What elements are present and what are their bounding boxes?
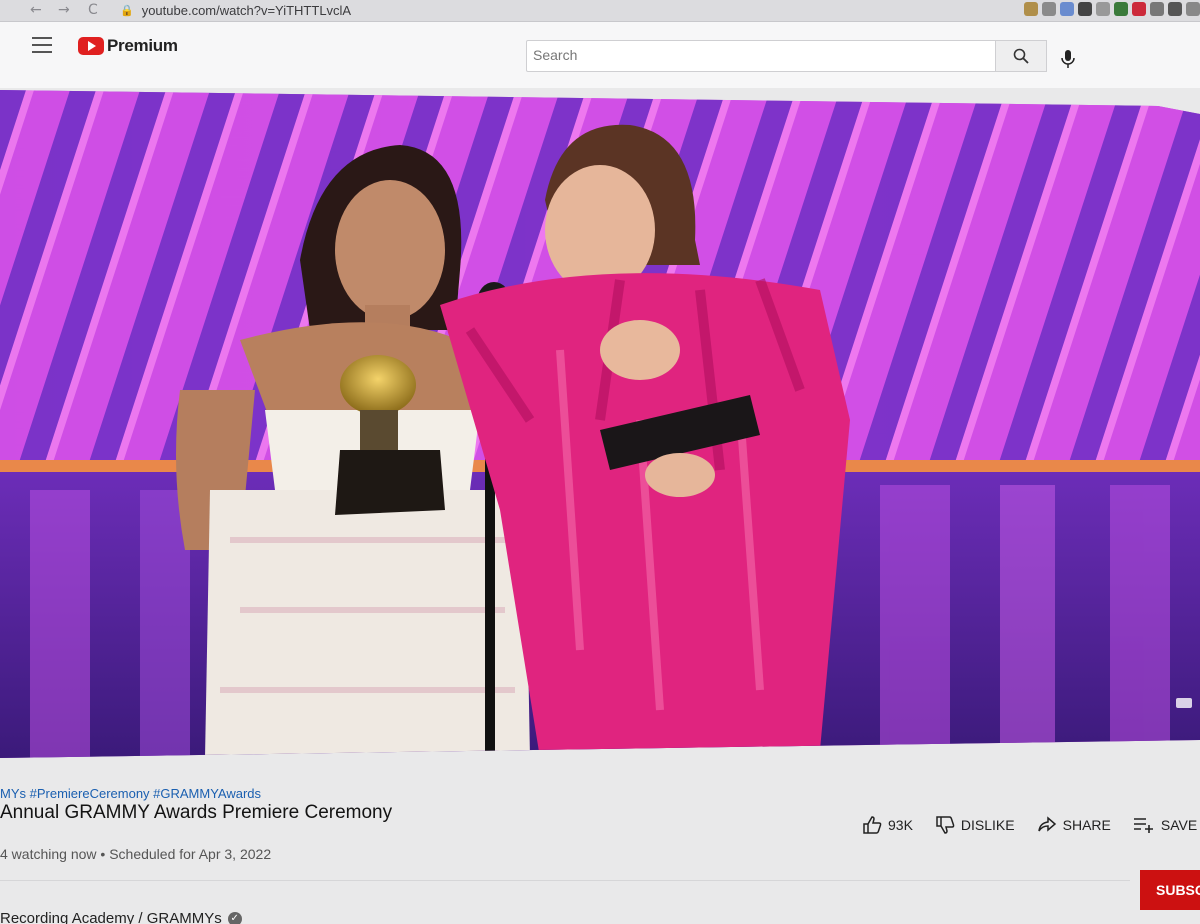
dislike-label: DISLIKE <box>960 817 1015 833</box>
share-label: SHARE <box>1062 817 1111 833</box>
browser-toolbar: ← → C 🔒 youtube.com/watch?v=YiTHTTLvclA <box>0 0 1200 22</box>
video-meta: 4 watching now • Scheduled for Apr 3, 20… <box>0 846 271 862</box>
thumbs-up-icon <box>863 816 882 834</box>
extension-icon[interactable] <box>1114 2 1128 16</box>
extension-icon[interactable] <box>1078 2 1092 16</box>
address-bar[interactable]: 🔒 youtube.com/watch?v=YiTHTTLvclA <box>120 1 940 20</box>
video-title: Annual GRAMMY Awards Premiere Ceremony <box>0 802 393 823</box>
like-button[interactable]: 93K <box>862 815 913 835</box>
video-player[interactable] <box>0 90 1200 758</box>
playlist-add-icon <box>1133 818 1153 833</box>
verified-check-icon: ✓ <box>227 911 242 924</box>
extension-icon[interactable] <box>1132 2 1146 16</box>
hamburger-menu-icon[interactable] <box>32 37 52 53</box>
share-button[interactable]: SHARE <box>1037 815 1111 835</box>
save-button[interactable]: SAVE <box>1133 815 1197 835</box>
extension-icon[interactable] <box>1186 2 1200 16</box>
like-count: 93K <box>888 817 913 833</box>
divider <box>0 880 1130 881</box>
extension-icons <box>1024 2 1200 16</box>
extension-icon[interactable] <box>1042 2 1056 16</box>
scheduled-date: Scheduled for Apr 3, 2022 <box>109 846 272 862</box>
lock-icon: 🔒 <box>120 5 134 17</box>
extension-icon[interactable] <box>1168 2 1182 16</box>
search-button[interactable] <box>995 40 1047 72</box>
channel-name[interactable]: Recording Academy / GRAMMYs <box>0 910 222 924</box>
forward-button[interactable]: → <box>58 2 70 18</box>
video-actions: 93K DISLIKE SHARE SAVE <box>862 815 1197 835</box>
search-input[interactable]: Search <box>526 40 996 72</box>
extension-icon[interactable] <box>1024 2 1038 16</box>
meta-separator: • <box>100 846 110 862</box>
video-hashtags[interactable]: MYs #PremiereCeremony #GRAMMYAwards <box>0 786 261 801</box>
extension-icon[interactable] <box>1150 2 1164 16</box>
search-icon <box>1013 48 1029 64</box>
save-label: SAVE <box>1160 817 1198 833</box>
extension-icon[interactable] <box>1096 2 1110 16</box>
share-icon <box>1037 816 1056 832</box>
subscribe-button[interactable]: SUBSC <box>1140 870 1200 910</box>
back-button[interactable]: ← <box>30 2 42 18</box>
channel-watermark-icon[interactable] <box>1176 698 1192 708</box>
thumbs-down-icon <box>936 816 955 834</box>
dislike-button[interactable]: DISLIKE <box>935 815 1015 835</box>
extension-icon[interactable] <box>1060 2 1074 16</box>
channel-info[interactable]: Recording Academy / GRAMMYs ✓ <box>0 910 242 924</box>
youtube-header: Premium Search <box>0 22 1200 88</box>
video-frame <box>0 90 1200 758</box>
youtube-premium-logo[interactable]: Premium <box>78 36 178 56</box>
voice-search-button[interactable] <box>1058 48 1080 70</box>
reload-button[interactable]: C <box>88 2 98 18</box>
youtube-play-icon <box>78 37 104 55</box>
watching-count: 4 watching now <box>0 846 97 862</box>
logo-text: Premium <box>107 36 178 55</box>
url-text: youtube.com/watch?v=YiTHTTLvclA <box>141 3 352 18</box>
microphone-icon <box>1061 50 1075 68</box>
